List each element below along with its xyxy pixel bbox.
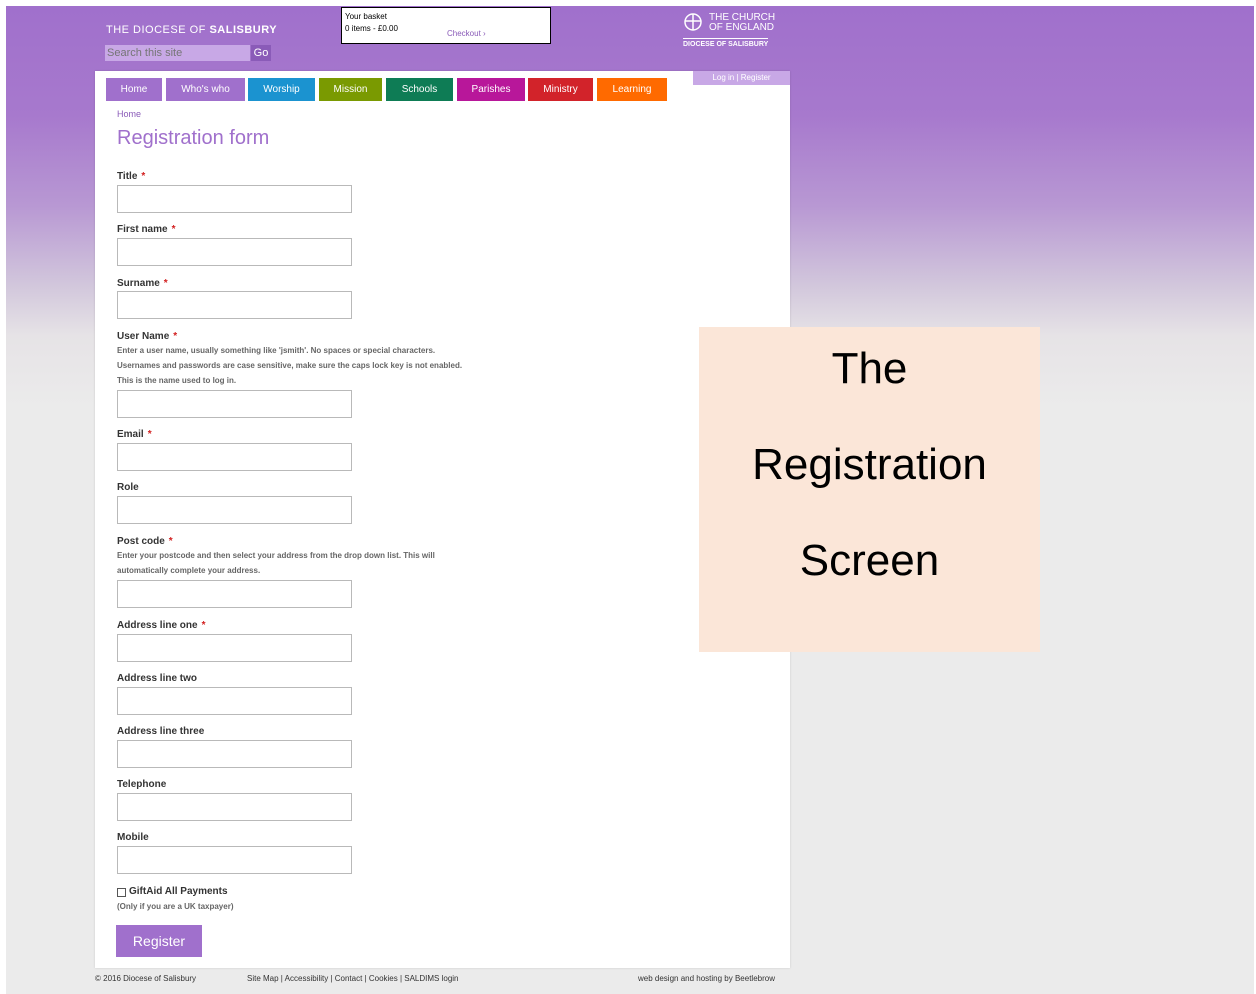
surname-label: Surname * bbox=[117, 278, 168, 289]
address1-label: Address line one * bbox=[117, 620, 206, 631]
search-go-button[interactable]: Go bbox=[251, 45, 271, 61]
address3-field[interactable] bbox=[117, 740, 352, 768]
footer-links[interactable]: Site Map | Accessibility | Contact | Coo… bbox=[247, 974, 459, 983]
address2-field[interactable] bbox=[117, 687, 352, 715]
nav-schools[interactable]: Schools bbox=[386, 78, 453, 101]
site-title-prefix: THE DIOCESE OF bbox=[106, 24, 206, 36]
breadcrumb[interactable]: Home bbox=[117, 109, 141, 119]
nav-mission[interactable]: Mission bbox=[319, 78, 382, 101]
footer-copyright: © 2016 Diocese of Salisbury bbox=[95, 974, 197, 983]
nav-learning[interactable]: Learning bbox=[597, 78, 667, 101]
post-code-help: Enter your postcode and then select your… bbox=[117, 551, 435, 575]
telephone-field[interactable] bbox=[117, 793, 352, 821]
logo-diocese: DIOCESE OF SALISBURY bbox=[683, 38, 769, 48]
mobile-label: Mobile bbox=[117, 832, 149, 843]
nav-worship[interactable]: Worship bbox=[248, 78, 315, 101]
address3-label: Address line three bbox=[117, 726, 205, 737]
caption-overlay: The Registration Screen bbox=[699, 327, 1040, 652]
login-bar: Log in | Register bbox=[693, 71, 790, 85]
mobile-field[interactable] bbox=[117, 846, 352, 874]
caption-line2: Registration bbox=[752, 440, 987, 489]
logo-line2: OF ENGLAND bbox=[709, 22, 775, 33]
basket-title: Your basket bbox=[345, 12, 387, 21]
title-label: Title * bbox=[117, 171, 146, 182]
login-link[interactable]: Log in bbox=[712, 73, 734, 82]
nav-parishes[interactable]: Parishes bbox=[457, 78, 525, 101]
post-code-label: Post code * bbox=[117, 536, 173, 547]
site-title-bold: SALISBURY bbox=[209, 24, 278, 36]
user-name-help: Enter a user name, usually something lik… bbox=[117, 346, 463, 385]
register-button[interactable]: Register bbox=[116, 925, 202, 957]
user-name-field[interactable] bbox=[117, 390, 352, 418]
role-field[interactable] bbox=[117, 496, 352, 524]
email-field[interactable] bbox=[117, 443, 352, 471]
nav-whos-who[interactable]: Who's who bbox=[166, 78, 245, 101]
first-name-field[interactable] bbox=[117, 238, 352, 266]
checkout-link[interactable]: Checkout › bbox=[447, 29, 486, 38]
church-cross-icon bbox=[683, 12, 703, 35]
telephone-label: Telephone bbox=[117, 779, 167, 790]
address1-field[interactable] bbox=[117, 634, 352, 662]
footer-credit[interactable]: web design and hosting by Beetlebrow bbox=[638, 974, 775, 983]
register-link[interactable]: Register bbox=[741, 73, 771, 82]
email-label: Email * bbox=[117, 429, 152, 440]
address2-label: Address line two bbox=[117, 673, 198, 684]
post-code-field[interactable] bbox=[117, 580, 352, 608]
page-title: Registration form bbox=[117, 127, 270, 149]
nav-home[interactable]: Home bbox=[106, 78, 162, 101]
first-name-label: First name * bbox=[117, 224, 176, 235]
user-name-label: User Name * bbox=[117, 331, 178, 342]
giftaid-note: (Only if you are a UK taxpayer) bbox=[117, 902, 234, 911]
surname-field[interactable] bbox=[117, 291, 352, 319]
caption-line1: The bbox=[831, 344, 908, 393]
search-input[interactable] bbox=[105, 45, 250, 61]
basket-summary: 0 items - £0.00 bbox=[345, 24, 398, 33]
nav-ministry[interactable]: Ministry bbox=[528, 78, 593, 101]
basket-box: Your basket 0 items - £0.00 Checkout › bbox=[341, 7, 551, 44]
site-title[interactable]: THE DIOCESE OF SALISBURY bbox=[106, 24, 277, 36]
role-label: Role bbox=[117, 482, 139, 493]
title-field[interactable] bbox=[117, 185, 352, 213]
giftaid-checkbox[interactable] bbox=[117, 888, 126, 897]
giftaid-label: GiftAid All Payments bbox=[129, 886, 228, 897]
caption-line3: Screen bbox=[799, 536, 940, 585]
